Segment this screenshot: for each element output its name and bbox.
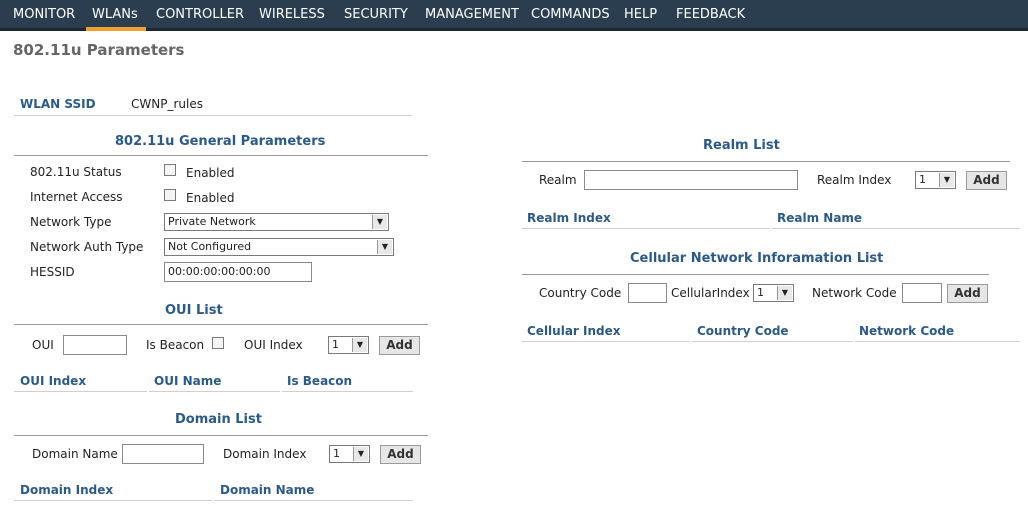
status-enabled-checkbox[interactable]: [164, 164, 176, 176]
oui-label: OUI: [32, 338, 54, 352]
realm-col-underline: [772, 228, 1020, 229]
oui-list-divider: [14, 324, 428, 325]
hessid-input[interactable]: 00:00:00:00:00:00: [164, 262, 312, 282]
domain-index-label: Domain Index: [223, 447, 307, 461]
oui-list-title: OUI List: [165, 303, 223, 318]
cellular-list-divider: [522, 274, 989, 275]
cellular-list-title: Cellular Network Inforamation List: [630, 251, 884, 266]
nav-monitor[interactable]: MONITOR: [13, 7, 75, 23]
domain-index-value: 1: [333, 447, 340, 460]
domain-list-title: Domain List: [175, 412, 262, 427]
wlan-ssid-value: CWNP_rules: [131, 97, 203, 111]
cellular-index-value: 1: [757, 286, 764, 299]
domain-add-button[interactable]: Add: [380, 445, 421, 464]
general-params-title: 802.11u General Parameters: [115, 134, 326, 149]
domain-col-name: Domain Name: [220, 483, 315, 497]
nav-wlans[interactable]: WLANs: [92, 7, 138, 23]
domain-list-divider: [14, 435, 428, 436]
realm-index-label: Realm Index: [817, 173, 892, 187]
realm-col-index: Realm Index: [527, 211, 611, 225]
oui-col-underline: [282, 391, 413, 392]
network-auth-label: Network Auth Type: [30, 240, 144, 254]
domain-col-underline: [14, 500, 212, 501]
network-type-value: Private Network: [168, 215, 256, 228]
domain-name-label: Domain Name: [32, 447, 118, 461]
oui-input[interactable]: [63, 335, 127, 355]
nav-security[interactable]: SECURITY: [344, 7, 408, 23]
wlan-ssid-label: WLAN SSID: [20, 97, 96, 111]
domain-col-index: Domain Index: [20, 483, 114, 497]
cellular-col-network: Network Code: [859, 324, 955, 338]
oui-col-underline: [149, 391, 280, 392]
network-type-select[interactable]: Private Network ▼: [164, 213, 389, 231]
country-code-input[interactable]: [628, 283, 667, 303]
domain-name-input[interactable]: [122, 444, 204, 464]
chevron-down-icon: ▼: [352, 338, 367, 352]
nav-feedback[interactable]: FEEDBACK: [676, 7, 745, 23]
cellular-index-select[interactable]: 1 ▼: [753, 284, 794, 302]
page-title: 802.11u Parameters: [13, 41, 185, 59]
internet-enabled-checkbox[interactable]: [164, 189, 176, 201]
realm-index-value: 1: [919, 173, 926, 186]
cellular-add-button[interactable]: Add: [947, 284, 988, 303]
internet-enabled-label: Enabled: [186, 191, 235, 205]
oui-col-underline: [14, 391, 147, 392]
oui-add-button[interactable]: Add: [379, 336, 420, 355]
realm-col-name: Realm Name: [777, 211, 863, 225]
oui-index-select[interactable]: 1 ▼: [328, 336, 369, 354]
domain-index-select[interactable]: 1 ▼: [329, 445, 370, 463]
chevron-down-icon: ▼: [353, 447, 368, 461]
oui-col-beacon: Is Beacon: [287, 374, 353, 388]
general-params-divider: [14, 155, 428, 156]
nav-help[interactable]: HELP: [624, 7, 657, 23]
network-auth-value: Not Configured: [168, 240, 252, 253]
chevron-down-icon: ▼: [372, 215, 387, 229]
internet-access-label: Internet Access: [30, 190, 123, 204]
country-code-label: Country Code: [539, 286, 622, 300]
realm-list-title: Realm List: [703, 138, 780, 153]
network-code-label: Network Code: [812, 286, 897, 300]
nav-active-indicator: [86, 27, 146, 31]
nav-management[interactable]: MANAGEMENT: [425, 7, 519, 23]
cellular-col-underline: [522, 341, 690, 342]
oui-col-name: OUI Name: [154, 374, 222, 388]
hessid-label: HESSID: [30, 265, 75, 279]
oui-col-index: OUI Index: [20, 374, 87, 388]
nav-commands[interactable]: COMMANDS: [531, 7, 610, 23]
oui-index-value: 1: [332, 338, 339, 351]
cellular-col-index: Cellular Index: [527, 324, 621, 338]
status-enabled-label: Enabled: [186, 166, 235, 180]
is-beacon-label: Is Beacon: [146, 338, 205, 352]
chevron-down-icon: ▼: [777, 286, 792, 300]
realm-label: Realm: [539, 173, 577, 187]
chevron-down-icon: ▼: [377, 240, 392, 254]
cellular-col-underline: [692, 341, 853, 342]
network-code-input[interactable]: [902, 283, 942, 303]
nav-controller[interactable]: CONTROLLER: [156, 7, 244, 23]
domain-col-underline: [214, 500, 413, 501]
cellular-col-underline: [855, 341, 1020, 342]
is-beacon-checkbox[interactable]: [212, 337, 224, 349]
network-type-label: Network Type: [30, 215, 112, 229]
realm-col-underline: [522, 228, 770, 229]
realm-input[interactable]: [584, 170, 798, 190]
realm-list-divider: [522, 161, 1010, 162]
realm-add-button[interactable]: Add: [966, 171, 1007, 190]
nav-wireless[interactable]: WIRELESS: [259, 7, 325, 23]
top-nav-bar: MONITOR WLANs CONTROLLER WIRELESS SECURI…: [0, 0, 1028, 31]
chevron-down-icon: ▼: [939, 173, 954, 187]
network-auth-select[interactable]: Not Configured ▼: [164, 238, 394, 256]
oui-index-label: OUI Index: [244, 338, 303, 352]
cellular-index-label: CellularIndex: [671, 286, 750, 300]
wlan-ssid-divider: [14, 115, 412, 116]
realm-index-select[interactable]: 1 ▼: [915, 171, 956, 189]
cellular-col-country: Country Code: [697, 324, 789, 338]
status-label: 802.11u Status: [30, 165, 122, 179]
